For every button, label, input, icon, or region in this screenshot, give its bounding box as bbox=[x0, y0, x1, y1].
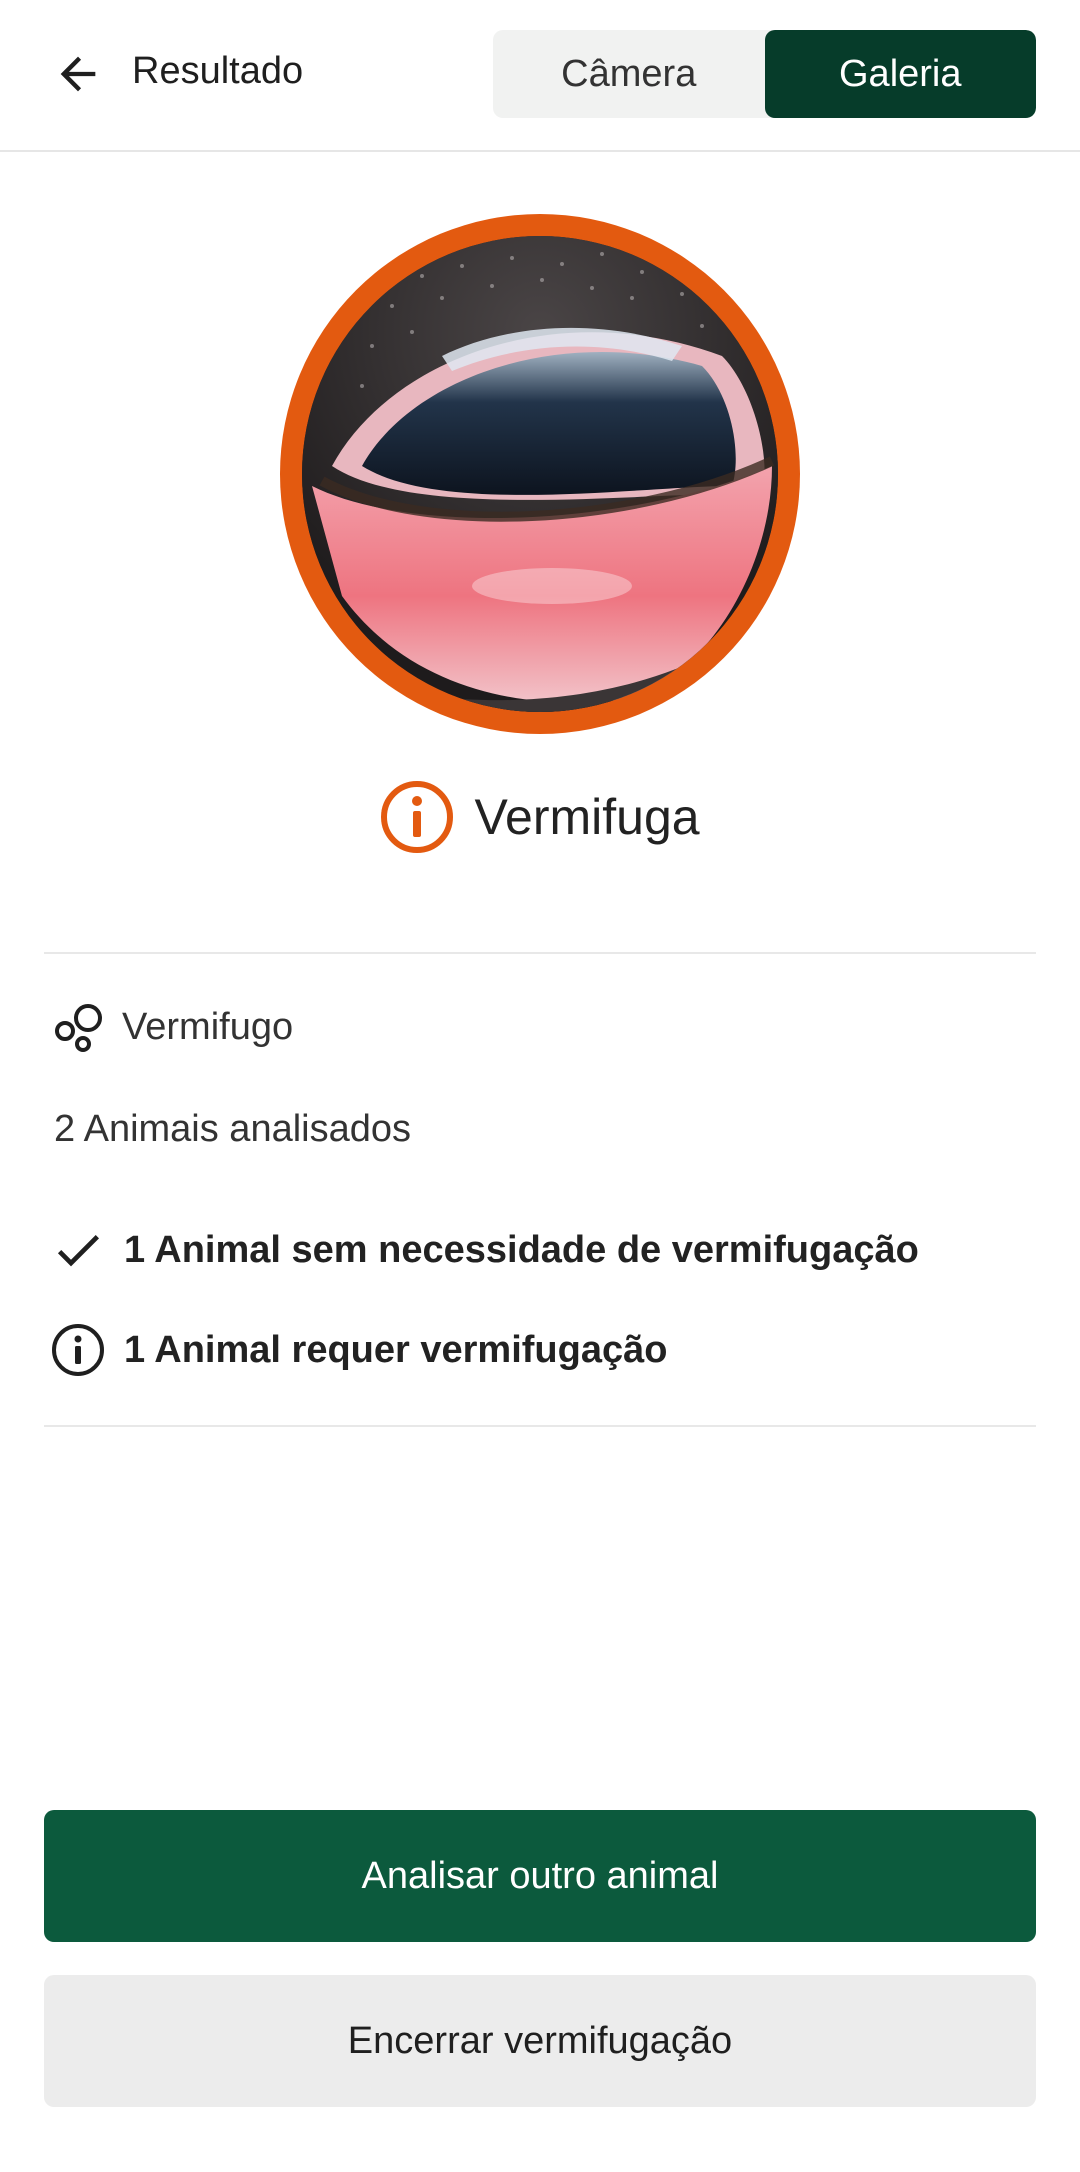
source-toggle: Câmera Galeria bbox=[493, 30, 1036, 118]
analyze-another-button[interactable]: Analisar outro animal bbox=[44, 1810, 1036, 1942]
result-status-label: Vermifuga bbox=[474, 789, 700, 845]
result-item-ok: 1 Animal sem necessidade de vermifugação bbox=[50, 1222, 919, 1278]
back-button[interactable] bbox=[44, 40, 112, 108]
category-label: Vermifugo bbox=[122, 1005, 294, 1048]
result-item-requires: 1 Animal requer vermifugação bbox=[50, 1322, 667, 1378]
analyzed-photo-ring bbox=[280, 214, 800, 734]
divider bbox=[44, 952, 1036, 954]
analyzed-eye-photo bbox=[302, 236, 778, 712]
info-icon bbox=[381, 781, 454, 853]
divider bbox=[44, 1425, 1036, 1427]
tab-camera[interactable]: Câmera bbox=[493, 30, 765, 118]
arrow-left-icon bbox=[60, 56, 96, 92]
check-icon bbox=[57, 1235, 99, 1267]
result-status: Vermifuga bbox=[0, 780, 1080, 854]
info-icon bbox=[52, 1324, 104, 1376]
tab-gallery[interactable]: Galeria bbox=[764, 30, 1036, 118]
animals-count: 2 Animais analisados bbox=[54, 1108, 411, 1150]
category-row: Vermifugo bbox=[52, 1000, 293, 1054]
bubbles-icon bbox=[55, 1004, 102, 1052]
end-deworming-button[interactable]: Encerrar vermifugação bbox=[44, 1975, 1036, 2107]
page-title: Resultado bbox=[132, 50, 304, 92]
result-item-label: 1 Animal sem necessidade de vermifugação bbox=[124, 1228, 919, 1271]
result-item-label: 1 Animal requer vermifugação bbox=[124, 1328, 668, 1371]
top-app-bar: Resultado Câmera Galeria bbox=[0, 0, 1080, 152]
